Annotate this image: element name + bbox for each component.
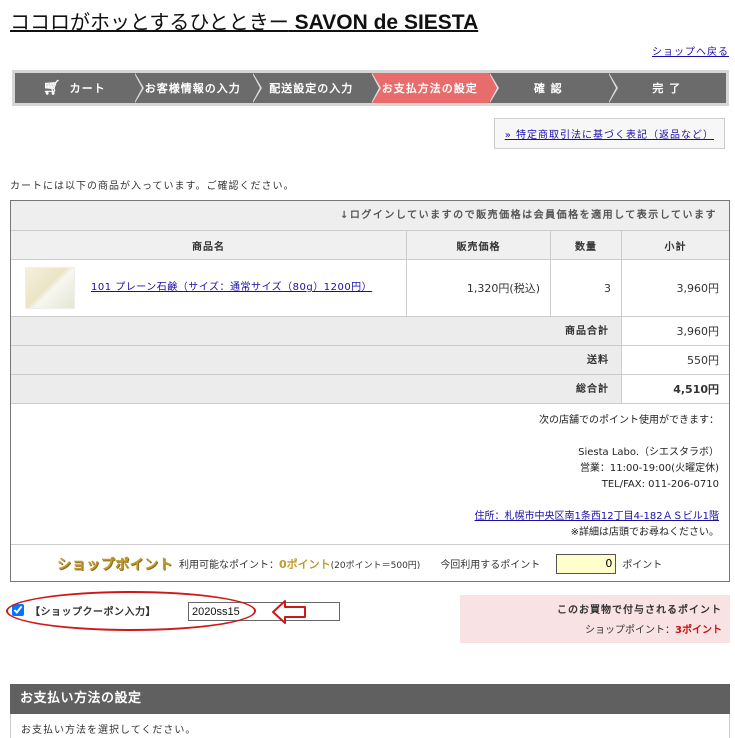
cart-icon: 🛒︎ (42, 80, 62, 96)
coupon-label: 【ショップクーポン入力】 (30, 607, 156, 618)
payment-section-heading: お支払い方法の設定 (10, 684, 730, 714)
product-name-link[interactable]: 101 プレーン石鹸（サイズ：通常サイズ（80g）1200円） (91, 281, 391, 295)
back-to-shop-link[interactable]: ショップへ戻る (652, 43, 729, 58)
shop-note: ※詳細は店頭でお尋ねください。 (570, 527, 719, 538)
available-points: 利用可能なポイント：0ポイント(20ポイント＝500円) (179, 557, 421, 571)
shop-tel: TEL/FAX: 011-206-0710 (601, 479, 719, 490)
col-product: 商品名 (11, 231, 407, 259)
cart-table: ↓ログインしていますので販売価格は会員価格を適用して表示しています 商品名 販売… (10, 200, 730, 582)
step-cart: 🛒︎ カート (15, 73, 143, 103)
shop-info-intro: 次の店舗でのポイント使用ができます： (539, 415, 719, 426)
step-customer-info: お客様情報の入力 (133, 73, 262, 103)
item-price: 1,320円(税込) (407, 260, 551, 316)
shop-name: Siesta Labo.（シエスタラボ） (578, 447, 719, 458)
shop-info: 次の店舗でのポイント使用ができます： Siesta Labo.（シエスタラボ） … (11, 404, 729, 545)
member-price-note: ↓ログインしていますので販売価格は会員価格を適用して表示しています (11, 201, 729, 231)
shop-point-logo: ショップポイント (57, 556, 173, 573)
table-row: 101 プレーン石鹸（サイズ：通常サイズ（80g）1200円） 1,320円(税… (11, 260, 729, 317)
site-title-prefix: ココロがホッとするひとときー (10, 10, 289, 34)
earned-points-line: ショップポイント：3ポイント (585, 625, 722, 636)
col-price: 販売価格 (407, 231, 551, 259)
col-subtotal: 小計 (664, 241, 687, 253)
shop-address-link[interactable]: 住所：札幌市中央区南1条西12丁目4-182ＡＳビル1階 (474, 511, 719, 522)
cart-intro-text: カートには以下の商品が入っています。ご確認ください。 (10, 181, 295, 192)
step-confirm: 確 認 (489, 73, 617, 103)
site-title-brand: SAVON de SIESTA (288, 11, 479, 34)
payment-instruction: お支払い方法を選択してください。 (10, 714, 730, 738)
table-header: 商品名 販売価格 数量 小計 (11, 231, 729, 260)
item-subtotal: 3,960円 (676, 282, 720, 295)
commerce-law-link[interactable]: » 特定商取引法に基づく表記（返品など） (493, 118, 725, 149)
coupon-input[interactable] (188, 602, 340, 621)
checkout-steps: 🛒︎ カート お客様情報の入力 配送設定の入力 お支払方法の設定 確 認 完 了 (12, 70, 729, 106)
product-thumbnail[interactable] (25, 267, 75, 309)
summary-row-shipping: 送料 550円 (11, 346, 729, 375)
use-points-label: 今回利用するポイント (440, 560, 541, 571)
coupon-checkbox[interactable] (12, 604, 24, 616)
use-points-input[interactable] (556, 553, 617, 574)
earned-points-box: このお買物で付与されるポイント ショップポイント：3ポイント (460, 595, 730, 643)
step-shipping: 配送設定の入力 (252, 73, 380, 103)
summary-row-goods: 商品合計 3,960円 (11, 317, 729, 346)
points-row: ショップポイント 利用可能なポイント：0ポイント(20ポイント＝500円) 今回… (11, 545, 729, 582)
step-payment: お支払方法の設定 (370, 73, 499, 103)
site-title[interactable]: ココロがホッとするひとときー SAVON de SIESTA (10, 6, 478, 35)
step-complete: 完 了 (607, 73, 726, 103)
shop-hours: 営業：11:00-19:00(火曜定休) (579, 463, 719, 474)
summary-row-total: 総合計 4,510円 (11, 375, 729, 404)
item-qty: 3 (551, 260, 622, 316)
points-unit: ポイント (622, 560, 663, 571)
col-qty: 数量 (551, 231, 622, 259)
earned-points-title: このお買物で付与されるポイント (557, 605, 722, 616)
